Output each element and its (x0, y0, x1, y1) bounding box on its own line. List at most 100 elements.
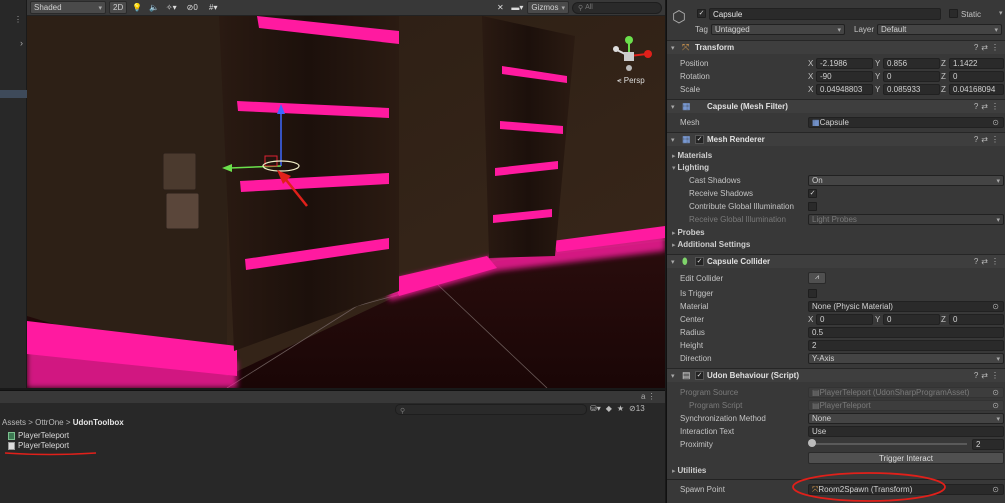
mesh-renderer-enabled-checkbox[interactable]: ✓ (695, 135, 704, 144)
static-label: Static (961, 10, 982, 19)
udon-behaviour-header[interactable]: ▾ ▤ ✓ Udon Behaviour (Script) ?⇄⋮ (667, 368, 1005, 382)
scene-toolbar: Shaded 2D 💡 🔈 ✧▾ ⊘0 #▾ ✕ ▬▾ Gizmos ⚲ All (27, 0, 665, 16)
static-checkbox[interactable] (949, 9, 958, 18)
gameobject-cube-icon: ⬡ (672, 9, 686, 26)
capsule-collider-header[interactable]: ▾ ⬮ ✓ Capsule Collider ?⇄⋮ (667, 254, 1005, 268)
object-picker-icon[interactable]: ⊙ (992, 485, 999, 494)
materials-section[interactable]: Materials (672, 151, 712, 160)
trigger-interact-button[interactable]: Trigger Interact (808, 452, 1004, 464)
scale-x-field[interactable]: 0.04948803 (816, 84, 873, 95)
breadcrumb-ottrone[interactable]: OttrOne (35, 418, 63, 427)
hierarchy-selected-row[interactable] (0, 90, 27, 98)
gizmos-dropdown[interactable]: Gizmos (527, 1, 569, 14)
search-icon: ⚲ (400, 408, 406, 415)
position-y-field[interactable]: 0.856 (883, 58, 940, 69)
program-source-field: ▤ PlayerTeleport (UdonSharpProgramAsset) ⊙ (808, 387, 1004, 398)
mesh-renderer-header[interactable]: ▾ ▦ ✓ Mesh Renderer ?⇄⋮ (667, 132, 1005, 146)
lighting-toggle-icon[interactable]: 💡 (130, 1, 144, 14)
cast-shadows-label: Cast Shadows (689, 176, 741, 185)
filter-type-icon[interactable]: ⛁▾ (590, 404, 601, 413)
radius-field[interactable]: 0.5 (808, 327, 1004, 338)
position-z-field[interactable]: 1.1422 (949, 58, 1004, 69)
rotation-x-field[interactable]: -90 (816, 71, 873, 82)
breadcrumb-udontoolbox[interactable]: UdonToolbox (73, 418, 124, 427)
label-icon[interactable]: ◆ (606, 404, 612, 413)
component-menu-icons[interactable]: ?⇄⋮ (974, 257, 1002, 266)
breadcrumb-assets[interactable]: Assets (2, 418, 26, 427)
scene-visibility-icon[interactable]: ⊘ 0 (181, 1, 203, 14)
is-trigger-label: Is Trigger (680, 289, 714, 298)
cast-shadows-dropdown[interactable]: On ▾ (808, 175, 1004, 186)
scale-y-field[interactable]: 0.085933 (883, 84, 940, 95)
2d-toggle-button[interactable]: 2D (109, 1, 128, 14)
camera-icon[interactable]: ▬▾ (510, 1, 524, 14)
center-y-field[interactable]: 0 (883, 314, 940, 325)
center-z-field[interactable]: 0 (949, 314, 1004, 325)
mesh-field[interactable]: ▦ Capsule ⊙ (808, 117, 1004, 128)
additional-settings-section[interactable]: Additional Settings (672, 240, 750, 249)
grid-toggle-icon[interactable]: #▾ (206, 1, 220, 14)
project-toolbar: a ⋮ (0, 391, 665, 403)
asset-item[interactable]: PlayerTeleport (8, 431, 69, 440)
proximity-value-field[interactable]: 2 (972, 439, 1004, 450)
position-x-field[interactable]: -2.1986 (816, 58, 873, 69)
edit-collider-icon: ⩘ (815, 274, 819, 281)
rotation-z-field[interactable]: 0 (949, 71, 1004, 82)
is-trigger-checkbox[interactable] (808, 289, 817, 298)
udon-behaviour-enabled-checkbox[interactable]: ✓ (695, 371, 704, 380)
contribute-gi-checkbox[interactable] (808, 202, 817, 211)
interaction-text-field[interactable]: Use (808, 426, 1004, 437)
component-menu-icons[interactable]: ?⇄⋮ (974, 43, 1002, 52)
red-underline-annotation (4, 452, 97, 456)
component-menu-icons[interactable]: ?⇄⋮ (974, 102, 1002, 111)
shading-mode-dropdown[interactable]: Shaded (30, 1, 106, 14)
layer-dropdown[interactable]: Default ▾ (877, 24, 1002, 35)
sync-method-dropdown[interactable]: None ▾ (808, 413, 1004, 424)
project-search-input[interactable]: ⚲ (395, 404, 587, 415)
object-name-field[interactable]: Capsule (709, 8, 941, 20)
udon-asset-icon: ▤ (812, 388, 820, 397)
capsule-collider-enabled-checkbox[interactable]: ✓ (695, 257, 704, 266)
center-x-field[interactable]: 0 (816, 314, 873, 325)
audio-toggle-icon[interactable]: 🔈 (147, 1, 161, 14)
effects-toggle-icon[interactable]: ✧▾ (164, 1, 178, 14)
star-icon[interactable]: ★ (617, 404, 624, 413)
edit-collider-button[interactable]: ⩘ (808, 272, 826, 284)
component-menu-icons[interactable]: ?⇄⋮ (974, 371, 1002, 380)
capsule-collider-icon: ⬮ (682, 256, 688, 266)
proximity-slider-thumb[interactable] (808, 439, 816, 447)
probes-section[interactable]: Probes (672, 228, 704, 237)
active-checkbox[interactable]: ✓ (697, 9, 706, 18)
transform-icon: ⤧ (682, 42, 690, 52)
mesh-filter-header[interactable]: ▾ ▦ Capsule (Mesh Filter) ?⇄⋮ (667, 99, 1005, 113)
scene-search-input[interactable]: ⚲ All (572, 1, 662, 14)
scale-z-field[interactable]: 0.04168094 (949, 84, 1004, 95)
perspective-label[interactable]: ⪪ Persp (617, 76, 645, 86)
receive-shadows-checkbox[interactable]: ✓ (808, 189, 817, 198)
interaction-text-label: Interaction Text (680, 427, 735, 436)
object-picker-icon[interactable]: ⊙ (992, 302, 999, 311)
height-field[interactable]: 2 (808, 340, 1004, 351)
direction-dropdown[interactable]: Y-Axis ▾ (808, 353, 1004, 364)
scene-viewport[interactable]: ⪪ Persp (27, 16, 665, 388)
lighting-section[interactable]: Lighting (672, 163, 709, 172)
red-circle-annotation (792, 472, 946, 502)
transform-header[interactable]: ▾ ⤧ Transform ?⇄⋮ (667, 40, 1005, 54)
physic-material-field[interactable]: None (Physic Material) ⊙ (808, 301, 1004, 312)
static-dropdown-icon[interactable]: ▾ (999, 9, 1003, 17)
mesh-label: Mesh (680, 118, 700, 127)
search-icon: ⚲ (578, 4, 586, 12)
utilities-section[interactable]: Utilities (672, 466, 706, 475)
tag-dropdown[interactable]: Untagged ▾ (711, 24, 845, 35)
mesh-filter-icon: ▦ (682, 101, 691, 111)
rotation-y-field[interactable]: 0 (883, 71, 940, 82)
more-icon[interactable]: ⋮ (14, 15, 22, 24)
proximity-slider-track[interactable] (812, 443, 967, 445)
lock-icon[interactable]: a ⋮ (641, 392, 656, 401)
chevron-right-icon[interactable]: › (20, 38, 23, 48)
object-picker-icon[interactable]: ⊙ (992, 118, 999, 127)
component-menu-icons[interactable]: ?⇄⋮ (974, 135, 1002, 144)
udonsharp-asset-icon (8, 431, 15, 440)
hidden-packages-icon[interactable]: ⊘13 (629, 404, 645, 413)
tools-icon[interactable]: ✕ (493, 1, 507, 14)
